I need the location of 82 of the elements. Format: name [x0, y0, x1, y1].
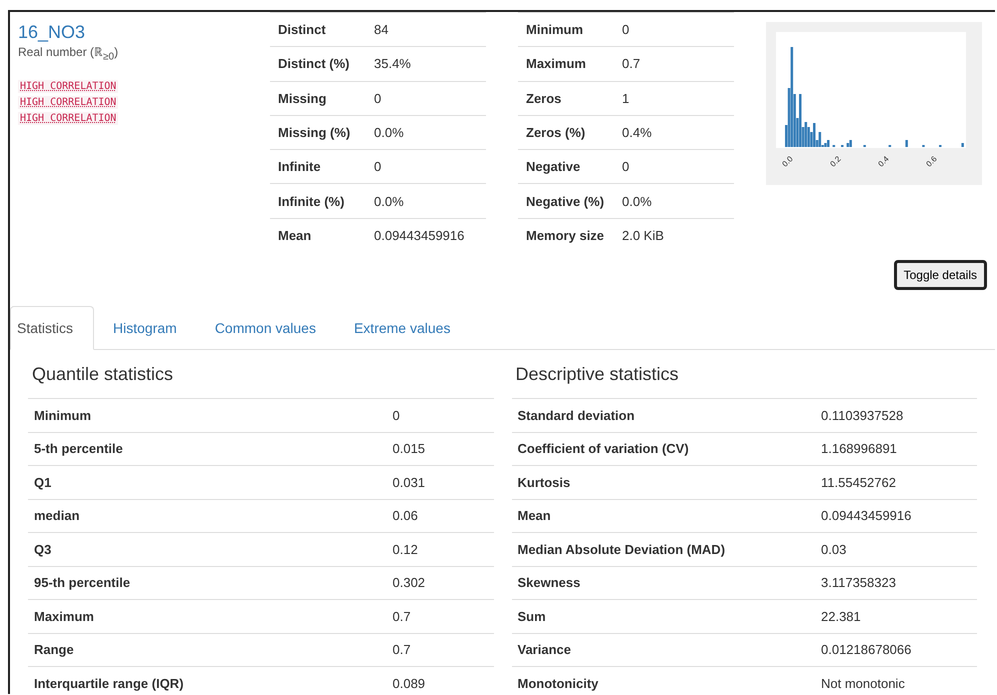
stat-label: Infinite: [270, 150, 366, 184]
stat-label: Monotonicity: [512, 666, 815, 694]
stat-value: 0.0%: [366, 115, 486, 150]
stat-label: Negative (%): [518, 184, 614, 218]
stat-value: 84: [366, 12, 486, 47]
stat-value: Not monotonic: [815, 666, 977, 694]
stat-label: Standard deviation: [512, 398, 815, 432]
stat-label: Minimum: [518, 12, 614, 47]
stat-value: 0.015: [386, 432, 494, 466]
stat-value: 0.0%: [366, 184, 486, 218]
variable-type: Real number (ℝ$_{≥0}$): [18, 44, 120, 62]
stat-label: Distinct: [270, 12, 366, 47]
stat-label: Sum: [512, 600, 815, 633]
stat-label: Minimum: [28, 398, 386, 432]
tab[interactable]: Common values: [196, 306, 335, 350]
stat-value: 0.09443459916: [366, 218, 486, 252]
stat-value: 0.7: [614, 46, 734, 82]
stat-label: median: [28, 499, 386, 532]
stat-label: Memory size: [518, 218, 614, 252]
tab[interactable]: Histogram: [94, 306, 196, 350]
stat-value: 0: [366, 150, 486, 184]
stat-value: 0.089: [386, 666, 494, 694]
stat-value: 0.7: [386, 600, 494, 633]
stat-value: 0.0%: [614, 184, 734, 218]
stat-value: 0.7: [386, 633, 494, 666]
stat-label: Variance: [512, 633, 815, 666]
stat-value: 1: [614, 81, 734, 116]
stat-value: 3.117358323: [815, 566, 977, 600]
section-title: Quantile statistics: [31, 362, 174, 386]
stat-value: 2.0 KiB: [614, 218, 734, 252]
stat-value: 0: [614, 12, 734, 47]
stat-label: Kurtosis: [512, 466, 815, 499]
stat-label: Interquartile range (IQR): [28, 666, 386, 694]
stat-value: 0.06: [386, 499, 494, 532]
stat-label: 5-th percentile: [28, 432, 386, 466]
histogram-bar: [905, 140, 908, 147]
stat-label: Infinite (%): [270, 184, 366, 218]
stat-value: 11.55452762: [815, 466, 977, 499]
stat-label: Zeros: [518, 81, 614, 116]
stat-label: Median Absolute Deviation (MAD): [512, 532, 815, 566]
stat-label: Coefficient of variation (CV): [512, 432, 815, 466]
alert-tag: HIGH CORRELATION: [18, 112, 118, 126]
stat-label: Q1: [28, 466, 386, 499]
tab[interactable]: Statistics: [10, 306, 94, 350]
stat-value: 22.381: [815, 600, 977, 633]
stat-label: Q3: [28, 532, 386, 566]
stat-label: Range: [28, 633, 386, 666]
stat-value: 0: [366, 81, 486, 116]
stat-label: Maximum: [28, 600, 386, 633]
stat-value: 0.4%: [614, 115, 734, 150]
axis-tick-label: 0.4: [876, 154, 891, 169]
stat-label: Negative: [518, 150, 614, 184]
toggle-details-button[interactable]: Toggle details: [894, 260, 987, 290]
stat-value: 0: [614, 150, 734, 184]
section-title: Descriptive statistics: [514, 362, 680, 386]
stat-label: Distinct (%): [270, 46, 366, 82]
variable-name: 16_NO3: [18, 22, 86, 43]
stat-label: Skewness: [512, 566, 815, 600]
stat-value: 0.031: [386, 466, 494, 499]
stat-value: 0.09443459916: [815, 499, 977, 532]
stat-label: Mean: [512, 499, 815, 532]
stat-value: 0.302: [386, 566, 494, 600]
alert-tag: HIGH CORRELATION: [18, 96, 118, 110]
stat-label: Maximum: [518, 46, 614, 82]
stat-value: 0.1103937528: [815, 398, 977, 432]
tab[interactable]: Extreme values: [334, 306, 470, 350]
stat-label: Missing (%): [270, 115, 366, 150]
stat-value: 0.12: [386, 532, 494, 566]
axis-tick-label: 0.0: [780, 154, 795, 169]
stat-value: 0.03: [815, 532, 977, 566]
alert-tag: HIGH CORRELATION: [18, 80, 118, 94]
stat-value: 35.4%: [366, 46, 486, 82]
stat-value: 1.168996891: [815, 432, 977, 466]
stat-label: 95-th percentile: [28, 566, 386, 600]
stat-label: Zeros (%): [518, 115, 614, 150]
histogram-bar: [961, 143, 964, 147]
axis-tick-label: 0.2: [828, 154, 843, 169]
stat-label: Mean: [270, 218, 366, 252]
stat-label: Missing: [270, 81, 366, 116]
stat-value: 0.01218678066: [815, 633, 977, 666]
stat-value: 0: [386, 398, 494, 432]
axis-tick-label: 0.6: [924, 154, 939, 169]
